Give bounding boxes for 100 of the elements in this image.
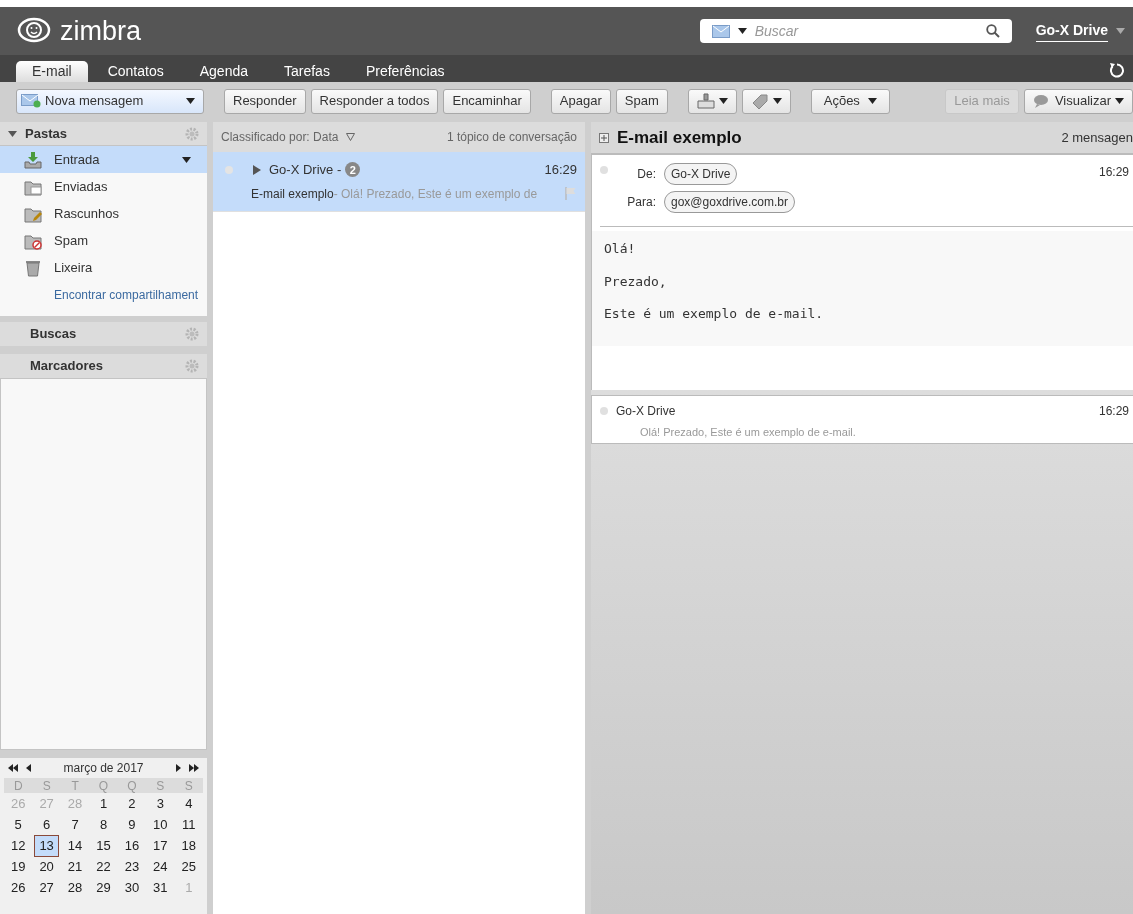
sender-chip[interactable]: Go-X Drive xyxy=(664,163,738,185)
search-bar[interactable]: Buscar xyxy=(699,19,1012,43)
view-menu-button[interactable]: Visualizar xyxy=(1023,88,1133,114)
next-year-icon[interactable] xyxy=(189,764,199,772)
calendar-day[interactable]: 27 xyxy=(34,877,59,899)
calendar-day[interactable]: 17 xyxy=(148,835,173,857)
calendar-day[interactable]: 8 xyxy=(91,814,116,836)
calendar-day[interactable]: 15 xyxy=(91,835,116,857)
search-field[interactable]: Buscar xyxy=(754,20,978,42)
previous-year-icon[interactable] xyxy=(8,764,18,772)
calendar-day[interactable]: 20 xyxy=(34,856,59,878)
to-label: Para: xyxy=(626,194,656,211)
trash-icon xyxy=(24,258,42,277)
sort-icon[interactable] xyxy=(346,133,356,141)
inbox-icon xyxy=(24,150,42,169)
app-tab[interactable]: Contatos xyxy=(91,61,180,82)
app-tab[interactable]: Agenda xyxy=(183,61,264,82)
calendar-day[interactable]: 10 xyxy=(148,814,173,836)
toolbar-button[interactable]: Apagar xyxy=(550,88,611,114)
tag-menu-button[interactable] xyxy=(741,88,791,114)
weekday-label: T xyxy=(70,779,80,792)
find-shares-link[interactable]: Encontrar compartilhament xyxy=(0,281,207,304)
calendar-day[interactable]: 14 xyxy=(62,835,88,857)
app-tab[interactable]: Tarefas xyxy=(268,61,346,82)
calendar-day[interactable]: 12 xyxy=(6,835,31,857)
calendar-day[interactable]: 19 xyxy=(6,856,31,878)
envelope-icon xyxy=(711,24,730,38)
caret-icon xyxy=(1115,98,1124,104)
calendar-day[interactable]: 5 xyxy=(6,814,31,836)
tag-icon xyxy=(750,93,769,109)
message-time: 16:29 xyxy=(1098,164,1130,181)
body-paragraph: Prezado, xyxy=(604,272,668,291)
section-header[interactable]: Buscas xyxy=(0,322,207,346)
conversation-count: 1 tópico de conversação xyxy=(446,129,577,146)
collapsed-message[interactable]: Go-X Drive 16:29 Olá! Prezado, Este é um exemplo de e-mail. xyxy=(591,395,1133,444)
previous-month-icon[interactable] xyxy=(26,764,31,772)
refresh-icon[interactable] xyxy=(1109,62,1125,78)
section-header[interactable]: Marcadores xyxy=(0,354,207,378)
move-menu-button[interactable] xyxy=(687,88,737,114)
folder-item[interactable]: Rascunhos xyxy=(0,200,207,227)
sort-label[interactable]: Classificado por: Data xyxy=(221,128,339,146)
weekday-label: D xyxy=(12,779,24,792)
weekday-label: S xyxy=(155,779,166,792)
folder-item[interactable]: Enviadas xyxy=(0,173,207,200)
calendar-day[interactable]: 24 xyxy=(148,856,173,878)
folder-item[interactable]: Lixeira xyxy=(0,254,207,281)
calendar-day[interactable]: 18 xyxy=(176,835,201,857)
next-month-icon[interactable] xyxy=(176,764,181,772)
tray-icon xyxy=(696,93,715,109)
message-count-badge: 2 xyxy=(345,162,361,178)
calendar-day[interactable]: 29 xyxy=(91,877,116,899)
toolbar-button[interactable]: Encaminhar xyxy=(443,88,531,114)
body-paragraph: Olá! xyxy=(604,240,637,258)
weekday-label: Q xyxy=(97,779,110,792)
app-tab[interactable]: E-mail xyxy=(16,61,88,82)
calendar-day[interactable]: 25 xyxy=(176,856,201,878)
calendar-day[interactable]: 16 xyxy=(119,835,145,857)
message-row[interactable]: Go-X Drive - 2 16:29 E-mail exemplo- Olá! Prezado, Este é um exemplo de xyxy=(213,152,585,212)
user-menu-button[interactable]: Go-X Drive xyxy=(1035,20,1125,42)
caret-icon xyxy=(186,98,195,104)
calendar-day[interactable]: 7 xyxy=(62,814,88,836)
toolbar-button[interactable]: Spam xyxy=(615,88,668,114)
calendar-day[interactable]: 6 xyxy=(34,814,59,836)
calendar-day[interactable]: 3 xyxy=(148,793,173,815)
toolbar-button[interactable]: Responder a todos xyxy=(310,88,439,114)
recipient-chip[interactable]: gox@goxdrive.com.br xyxy=(664,191,795,213)
message-subject: E-mail exemplo xyxy=(251,185,334,203)
calendar-day[interactable]: 2 xyxy=(119,793,145,815)
calendar-day[interactable]: 23 xyxy=(119,856,145,878)
folder-item[interactable]: Spam xyxy=(0,227,207,254)
calendar-day[interactable]: 28 xyxy=(62,877,88,899)
actions-menu-button[interactable]: Ações xyxy=(810,88,890,114)
message-time: 16:29 xyxy=(1098,403,1130,420)
calendar-day[interactable]: 31 xyxy=(148,877,173,899)
weekday-label: S xyxy=(41,779,52,792)
weekday-label: S xyxy=(183,779,194,792)
calendar-day[interactable]: 22 xyxy=(91,856,116,878)
calendar-day[interactable]: 30 xyxy=(119,877,145,899)
calendar-day[interactable]: 11 xyxy=(176,814,201,836)
calendar-day[interactable]: 4 xyxy=(176,793,201,815)
calendar-day[interactable]: 21 xyxy=(62,856,88,878)
month-title[interactable]: março de 2017 xyxy=(39,759,168,777)
logo-text: zimbra xyxy=(60,17,141,45)
expand-icon[interactable] xyxy=(253,164,261,175)
caret-icon xyxy=(772,98,782,104)
folder-item[interactable]: Entrada xyxy=(0,146,207,173)
caret-icon xyxy=(718,98,728,104)
new-message-button[interactable]: Nova mensagem xyxy=(16,88,204,114)
calendar-day[interactable]: 13 xyxy=(34,835,59,857)
search-icon[interactable] xyxy=(985,24,1000,38)
weekday-label: Q xyxy=(126,779,138,792)
calendar-day[interactable]: 26 xyxy=(6,877,31,899)
caret-icon xyxy=(867,98,877,104)
calendar-day[interactable]: 1 xyxy=(91,793,116,815)
calendar-day[interactable]: 9 xyxy=(119,814,145,836)
conversation-title: E-mail exemplo xyxy=(617,126,743,149)
app-tab[interactable]: Preferências xyxy=(349,61,461,82)
section-header[interactable]: Pastas xyxy=(0,122,207,146)
expand-all-icon[interactable] xyxy=(599,132,609,143)
toolbar-button[interactable]: Responder xyxy=(224,88,306,114)
